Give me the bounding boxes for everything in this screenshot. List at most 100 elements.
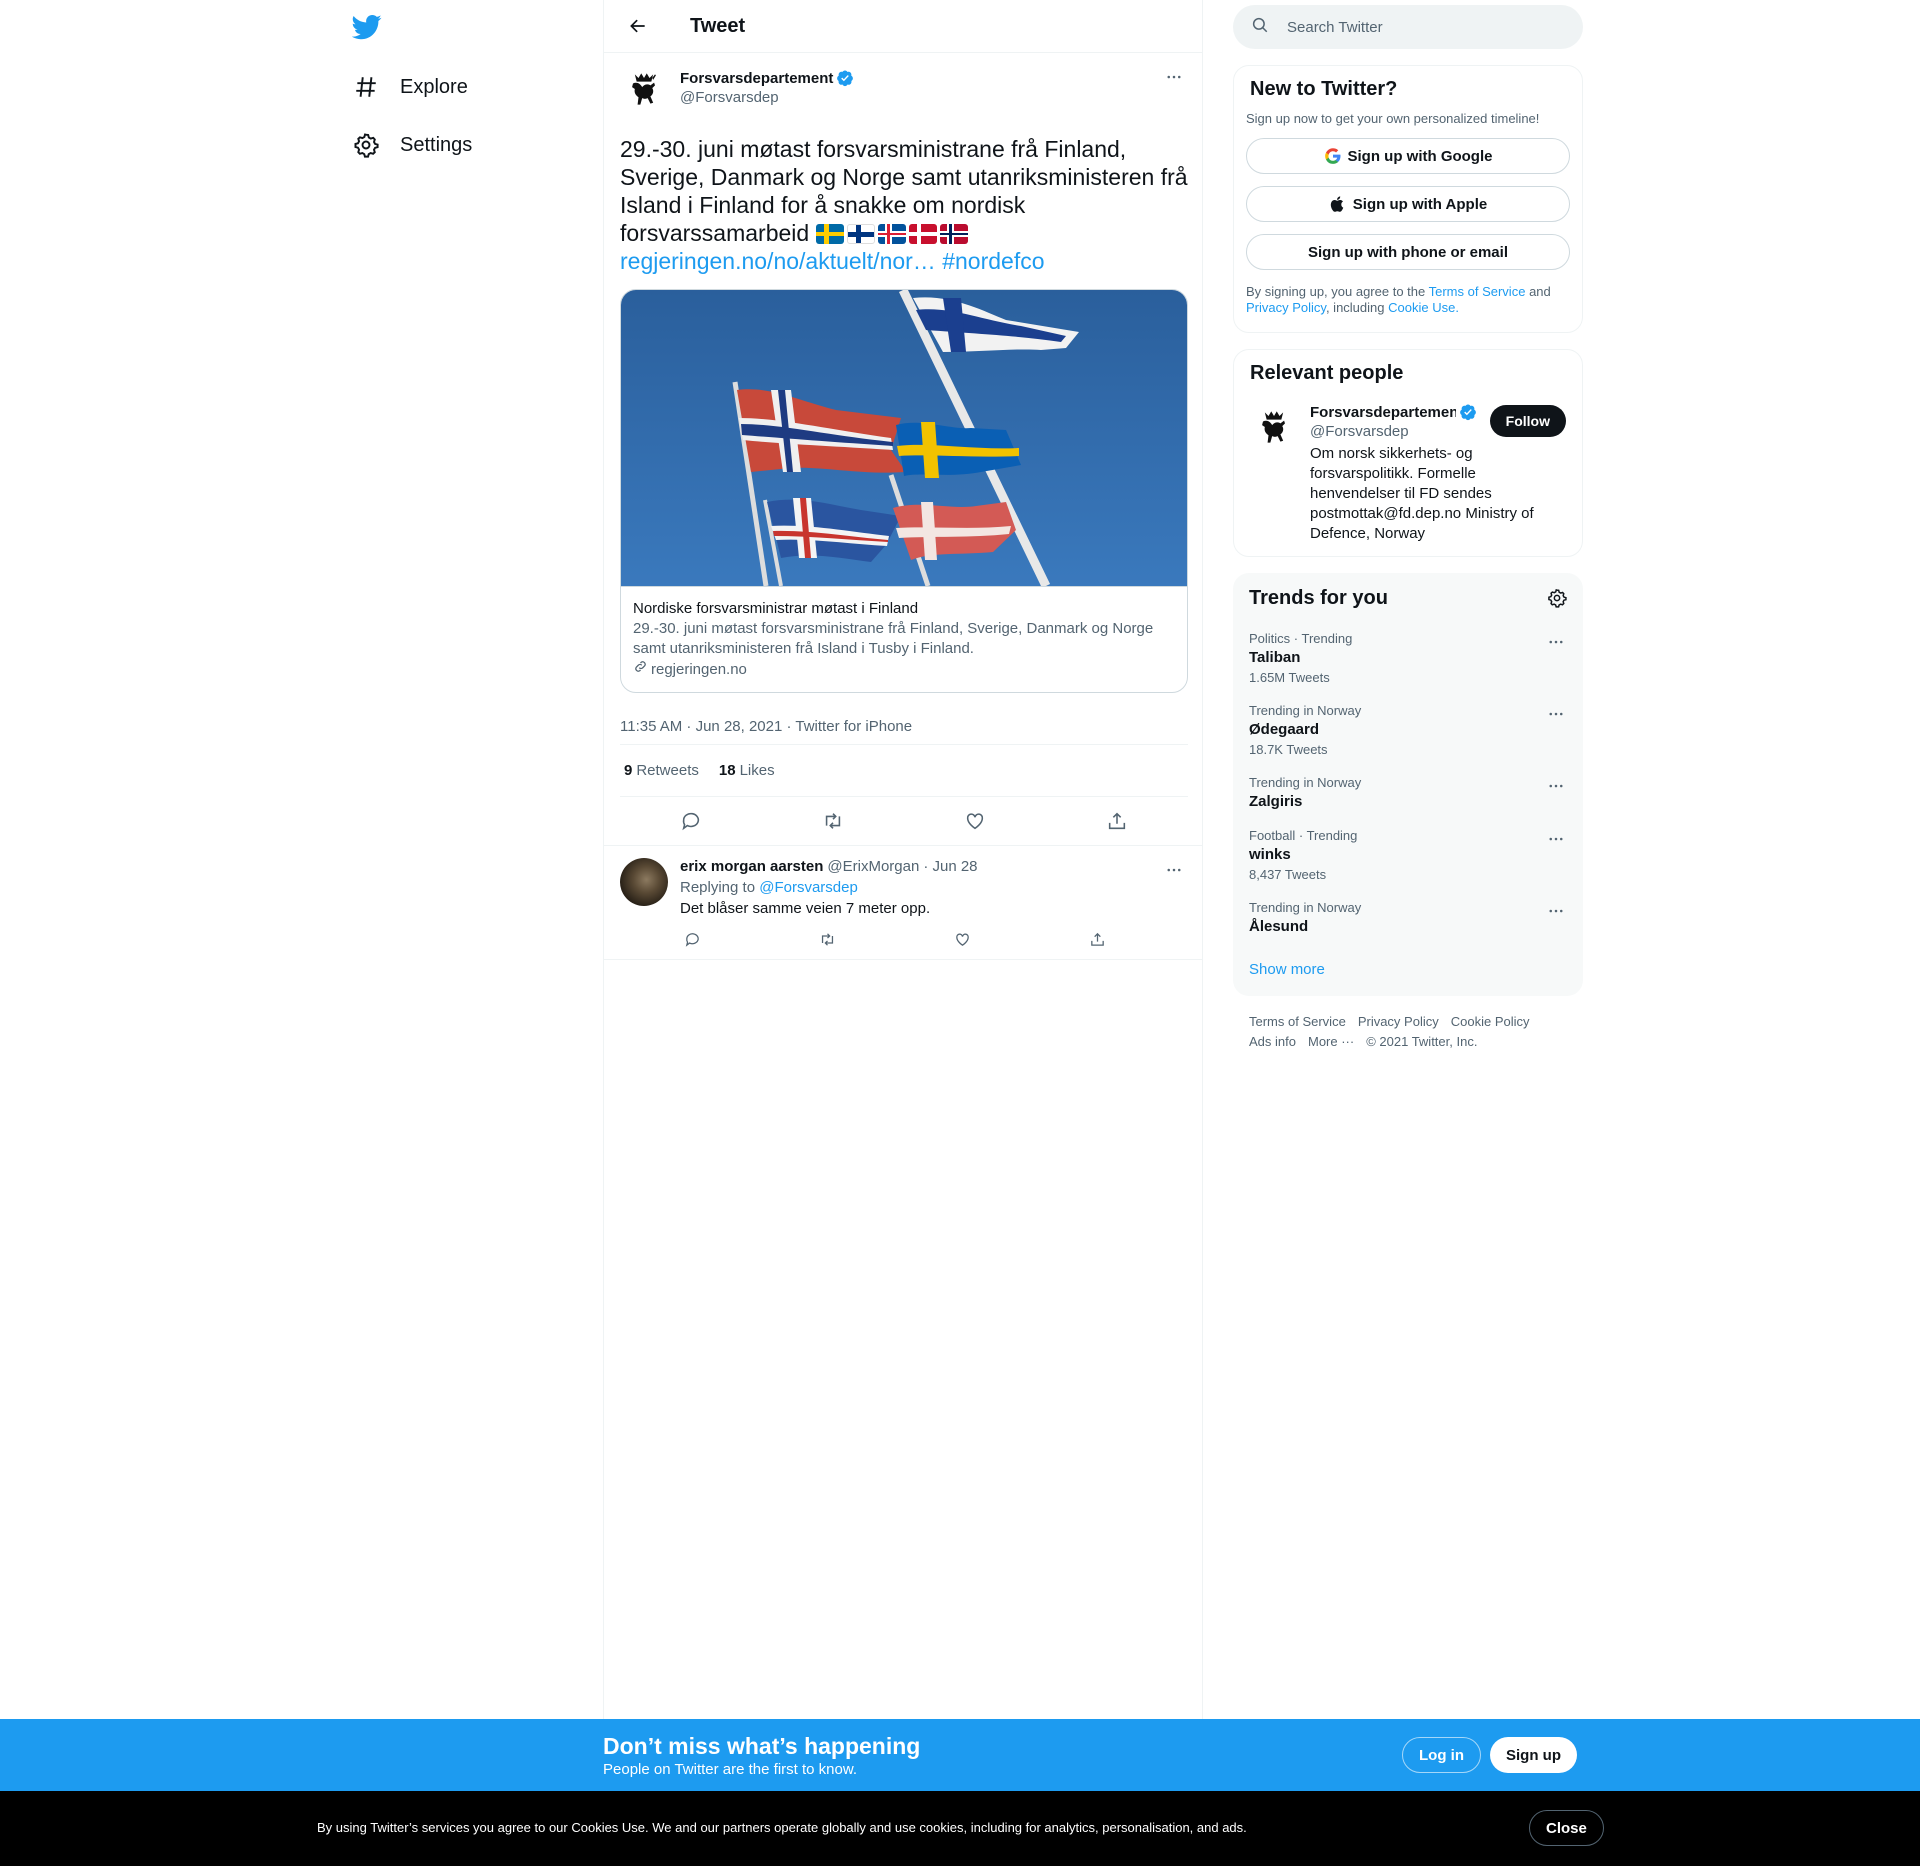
nav-explore-label: Explore (400, 75, 468, 98)
share-icon[interactable] (1086, 927, 1110, 951)
search-box[interactable] (1233, 5, 1583, 49)
replying-to: Replying to @Forsvarsdep (680, 879, 1110, 896)
search-icon (1251, 16, 1269, 39)
verified-badge-icon (837, 70, 854, 87)
more-options-icon[interactable] (1545, 631, 1567, 653)
gear-icon (352, 131, 380, 159)
nav-settings[interactable]: Settings (352, 121, 472, 169)
signup-apple-button[interactable]: Sign up with Apple (1246, 186, 1570, 222)
signup-title: New to Twitter? (1250, 78, 1398, 100)
reply-text: Det blåser samme veien 7 meter opp. (680, 900, 931, 917)
trend-item[interactable]: Trending in Norway Zalgiris (1233, 767, 1583, 820)
more-options-icon[interactable] (1162, 858, 1186, 882)
coat-of-arms-avatar[interactable] (1250, 403, 1298, 451)
signup-button[interactable]: Sign up (1490, 1737, 1577, 1773)
signup-google-button[interactable]: Sign up with Google (1246, 138, 1570, 174)
reply-icon[interactable] (674, 804, 708, 838)
reply-icon[interactable] (680, 927, 704, 951)
relevant-person-name[interactable]: Forsvarsdepartement (1310, 403, 1480, 421)
card-title: Nordiske forsvarsministrar møtast i Finl… (633, 600, 919, 617)
tweet-stats: 9 Retweets 18 Likes (620, 745, 1188, 797)
trend-count: 1.65M Tweets (1249, 670, 1330, 685)
trend-item[interactable]: Trending in Norway Ålesund (1233, 892, 1583, 945)
more-options-icon[interactable] (1545, 828, 1567, 850)
twitter-logo-icon[interactable] (351, 12, 382, 42)
terms-intro: By signing up, you agree to the (1246, 284, 1426, 299)
trend-item[interactable]: Politics · Trending Taliban 1.65M Tweets (1233, 623, 1583, 695)
coat-of-arms-avatar[interactable] (620, 65, 668, 113)
footer-ads-link[interactable]: Ads info (1249, 1032, 1296, 1052)
trend-item[interactable]: Football · Trending winks 8,437 Tweets (1233, 820, 1583, 892)
search-input[interactable] (1287, 18, 1547, 36)
reply-tweet[interactable]: erix morgan aarsten @ErixMorgan · Jun 28… (604, 845, 1202, 960)
trend-category: Politics · Trending (1249, 631, 1353, 646)
like-icon[interactable] (958, 804, 992, 838)
show-more-link[interactable]: Show more (1233, 945, 1583, 996)
close-button[interactable]: Close (1529, 1810, 1604, 1846)
reply-date[interactable]: · Jun 28 (923, 858, 977, 875)
trend-count: 8,437 Tweets (1249, 867, 1327, 882)
tweet-hashtag[interactable]: #nordefco (942, 248, 1044, 274)
relevant-people-box: Relevant people Forsvarsdepartement @For… (1233, 349, 1583, 557)
more-options-icon[interactable] (1545, 900, 1567, 922)
banner-title: Don’t miss what’s happening (603, 1733, 921, 1759)
flag-emojis (815, 224, 968, 244)
page-title: Tweet (690, 14, 746, 37)
terms-of-service-link[interactable]: Terms of Service (1429, 284, 1526, 299)
footer-cookie-link[interactable]: Cookie Policy (1451, 1012, 1530, 1032)
login-button[interactable]: Log in (1402, 1737, 1481, 1773)
link-card[interactable]: Nordiske forsvarsministrar møtast i Finl… (620, 289, 1188, 693)
like-icon[interactable] (951, 927, 975, 951)
trend-count: 18.7K Tweets (1249, 742, 1328, 757)
trends-header: Trends for you (1233, 573, 1583, 623)
gear-icon[interactable] (1547, 588, 1567, 608)
follow-button[interactable]: Follow (1489, 405, 1566, 437)
replying-to-link[interactable]: @Forsvarsdep (759, 879, 858, 896)
retweet-icon[interactable] (816, 804, 850, 838)
flag-denmark-icon (908, 224, 937, 244)
trend-category: Trending in Norway (1249, 703, 1362, 718)
more-options-icon[interactable] (1545, 703, 1567, 725)
share-icon[interactable] (1100, 804, 1134, 838)
footer-terms-link[interactable]: Terms of Service (1249, 1012, 1346, 1032)
more-options-icon[interactable] (1545, 775, 1567, 797)
verified-badge-icon (1460, 404, 1476, 421)
reply-author-handle[interactable]: @ErixMorgan (827, 858, 919, 875)
back-arrow-icon[interactable] (620, 8, 656, 44)
trend-item[interactable]: Trending in Norway Ødegaard 18.7K Tweets (1233, 695, 1583, 767)
reply-author-name[interactable]: erix morgan aarsten (680, 858, 823, 875)
relevant-person[interactable]: Forsvarsdepartement @Forsvarsdep Om nors… (1250, 403, 1566, 544)
signup-subtitle: Sign up now to get your own personalized… (1246, 111, 1540, 126)
privacy-policy-link[interactable]: Privacy Policy (1246, 300, 1326, 315)
cookie-banner: By using Twitter’s services you agree to… (0, 1791, 1920, 1866)
retweets-label[interactable]: Retweets (636, 762, 699, 779)
more-options-icon[interactable] (1162, 65, 1186, 89)
reply-header: erix morgan aarsten @ErixMorgan · Jun 28 (680, 858, 1110, 875)
footer-more-link[interactable]: More ··· (1308, 1032, 1354, 1052)
terms-and: and (1529, 284, 1551, 299)
tweet-link[interactable]: regjeringen.no/no/aktuelt/nor… (620, 248, 936, 274)
trend-category: Trending in Norway (1249, 775, 1362, 790)
card-domain-text: regjeringen.no (651, 660, 747, 678)
signup-phone-button[interactable]: Sign up with phone or email (1246, 234, 1570, 270)
signup-apple-label: Sign up with Apple (1352, 195, 1488, 213)
relevant-name-text: Forsvarsdepartement (1310, 403, 1456, 421)
hashtag-icon (352, 73, 380, 101)
card-description: 29.-30. juni møtast forsvarsministrane f… (633, 620, 1154, 657)
tweet-author-handle[interactable]: @Forsvarsdep (680, 89, 854, 106)
retweet-icon[interactable] (815, 927, 839, 951)
nav-explore[interactable]: Explore (352, 63, 468, 111)
retweets-count[interactable]: 9 (624, 762, 632, 779)
trend-name: Ødegaard (1249, 721, 1320, 738)
footer-privacy-link[interactable]: Privacy Policy (1358, 1012, 1439, 1032)
tweet-author-name[interactable]: Forsvarsdepartement (680, 69, 854, 87)
terms-including: , including (1325, 300, 1385, 315)
avatar[interactable] (620, 858, 668, 906)
likes-count[interactable]: 18 (719, 762, 736, 779)
card-body: Nordiske forsvarsministrar møtast i Finl… (621, 586, 1187, 692)
trend-name: Taliban (1249, 649, 1301, 666)
cookie-use-link[interactable]: Cookie Use. (1388, 300, 1459, 315)
tweet-text: 29.-30. juni møtast forsvarsministrane f… (620, 135, 1200, 275)
tweet-author: Forsvarsdepartement @Forsvarsdep (620, 65, 1186, 123)
likes-label[interactable]: Likes (740, 762, 775, 779)
